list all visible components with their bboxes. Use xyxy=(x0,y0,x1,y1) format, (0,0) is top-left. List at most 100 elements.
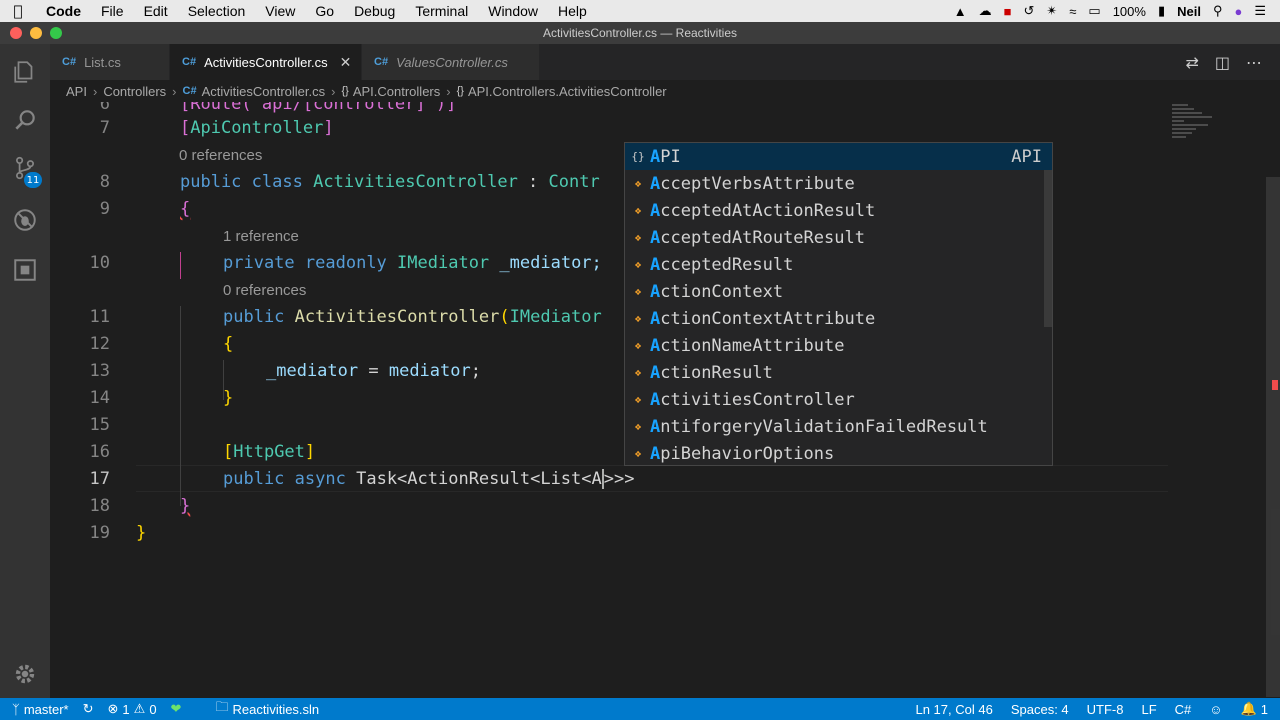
breadcrumb-file[interactable]: ActivitiesController.cs xyxy=(202,84,326,99)
tab-activitiescontroller-cs[interactable]: C# ActivitiesController.cs ✕ xyxy=(170,44,362,80)
tab-valuescontroller-cs[interactable]: C# ValuesController.cs xyxy=(362,44,540,80)
eol-status[interactable]: LF xyxy=(1142,702,1157,717)
spotlight-search-icon[interactable]: ⚲ xyxy=(1213,3,1223,19)
airplay-icon[interactable]: ▭ xyxy=(1088,3,1100,19)
user-name[interactable]: Neil xyxy=(1177,4,1201,19)
suggest-item[interactable]: ❖ ActionResult xyxy=(625,359,1052,386)
menu-terminal[interactable]: Terminal xyxy=(405,3,478,19)
feedback-button[interactable]: ☺ xyxy=(1209,702,1222,717)
intellisense-suggest-widget[interactable]: {} A PI API ❖ AcceptVerbsAttribute ❖ Accept… xyxy=(624,142,1053,466)
suggest-item[interactable]: ❖ AntiforgeryValidationFailedResult xyxy=(625,413,1052,440)
encoding-status[interactable]: UTF-8 xyxy=(1087,702,1124,717)
suggest-item[interactable]: {} A PI API xyxy=(625,143,1052,170)
menu-selection[interactable]: Selection xyxy=(178,3,256,19)
class-icon: ❖ xyxy=(634,393,642,406)
breadcrumb: API › Controllers › C# ActivitiesControl… xyxy=(50,80,1280,102)
breadcrumb-api[interactable]: API xyxy=(66,84,87,99)
class-icon: ❖ xyxy=(634,285,642,298)
chevron-right-icon: › xyxy=(446,83,451,99)
more-actions-icon[interactable]: ⋯ xyxy=(1246,53,1262,72)
screen-record-icon[interactable]: ■ xyxy=(1004,4,1012,19)
menubar-tray: ▲ ☁ ■ ↺ ✴ ≈ ▭ 100% ▮ Neil ⚲ ● ☰ xyxy=(954,3,1280,19)
cloud-icon[interactable]: ☁ xyxy=(979,3,992,19)
codelens-references[interactable]: 0 references xyxy=(223,277,306,304)
open-changes-icon[interactable]: ⇄ xyxy=(1185,53,1198,72)
editor-tabs: C# List.cs C# ActivitiesController.cs ✕ … xyxy=(50,44,1280,80)
warning-icon: ⚠ xyxy=(133,701,146,716)
time-machine-icon[interactable]: ↺ xyxy=(1023,3,1034,19)
close-tab-icon[interactable]: ✕ xyxy=(340,54,352,71)
status-bar: ᛉ master* ↻ ⊗ 1 ⚠ 0 ❤ 🗀 Reactivities.sln Ln … xyxy=(0,698,1280,720)
menu-file[interactable]: File xyxy=(91,3,134,19)
namespace-icon: {} xyxy=(631,150,645,163)
suggest-item[interactable]: ❖ ActionContext xyxy=(625,278,1052,305)
class-icon: ❖ xyxy=(634,420,642,433)
menu-debug[interactable]: Debug xyxy=(344,3,405,19)
search-icon xyxy=(15,110,35,130)
battery-icon[interactable]: ▮ xyxy=(1158,3,1165,19)
explorer-button[interactable] xyxy=(0,48,50,96)
tab-actions: ⇄ ◫ ⋯ xyxy=(1185,44,1280,80)
class-icon: ❖ xyxy=(634,231,642,244)
files-icon xyxy=(14,61,33,83)
solution-status[interactable]: 🗀 Reactivities.sln xyxy=(215,698,319,720)
breadcrumb-class[interactable]: API.Controllers.ActivitiesController xyxy=(468,84,667,99)
menu-go[interactable]: Go xyxy=(305,3,344,19)
problems-status[interactable]: ⊗ 1 ⚠ 0 xyxy=(108,701,157,717)
extensions-icon xyxy=(14,259,36,281)
source-control-button[interactable]: 11 xyxy=(0,144,50,192)
split-editor-icon[interactable]: ◫ xyxy=(1215,53,1230,72)
maximize-window-button[interactable] xyxy=(50,27,62,39)
error-scroll-marker xyxy=(1272,380,1278,390)
omnisharp-status[interactable]: ❤ xyxy=(171,701,182,717)
minimize-window-button[interactable] xyxy=(30,27,42,39)
extensions-button[interactable] xyxy=(0,246,50,294)
wifi-icon[interactable]: ≈ xyxy=(1069,4,1076,19)
class-icon: ❖ xyxy=(634,366,642,379)
suggest-item[interactable]: ❖ ActionContextAttribute xyxy=(625,305,1052,332)
codelens-references[interactable]: 1 reference xyxy=(223,223,299,250)
cursor-position[interactable]: Ln 17, Col 46 xyxy=(915,702,992,717)
suggest-detail: API xyxy=(1011,146,1042,167)
menu-view[interactable]: View xyxy=(255,3,305,19)
namespace-icon: {} xyxy=(341,85,349,97)
battery-percent: 100% xyxy=(1112,3,1146,19)
language-mode[interactable]: C# xyxy=(1175,702,1192,717)
typora-icon[interactable]: ▲ xyxy=(954,4,967,19)
notification-center-icon[interactable]: ☰ xyxy=(1254,3,1266,19)
siri-icon[interactable]: ● xyxy=(1234,4,1242,19)
branch-status[interactable]: ᛉ master* xyxy=(12,702,69,717)
search-button[interactable] xyxy=(0,96,50,144)
suggest-item[interactable]: ❖ ActionNameAttribute xyxy=(625,332,1052,359)
window-titlebar: ActivitiesController.cs — Reactivities xyxy=(0,22,1280,44)
menu-edit[interactable]: Edit xyxy=(134,3,178,19)
debug-icon xyxy=(14,209,36,231)
apple-icon[interactable]:  xyxy=(0,2,36,20)
indentation-status[interactable]: Spaces: 4 xyxy=(1011,702,1069,717)
suggest-item[interactable]: ❖ AcceptedAtRouteResult xyxy=(625,224,1052,251)
suggest-item[interactable]: ❖ AcceptVerbsAttribute xyxy=(625,170,1052,197)
close-window-button[interactable] xyxy=(10,27,22,39)
suggest-item[interactable]: ❖ AcceptedResult xyxy=(625,251,1052,278)
vertical-scrollbar[interactable] xyxy=(1266,177,1280,697)
notifications-button[interactable]: 🔔 1 xyxy=(1241,701,1268,717)
git-branch-icon: ᛉ xyxy=(12,701,20,717)
suggest-item[interactable]: ❖ AcceptedAtActionResult xyxy=(625,197,1052,224)
manage-button[interactable] xyxy=(0,650,50,698)
breadcrumb-namespace[interactable]: API.Controllers xyxy=(353,84,440,99)
breadcrumb-controllers[interactable]: Controllers xyxy=(103,84,166,99)
class-icon: ❖ xyxy=(634,312,642,325)
codelens-references[interactable]: 0 references xyxy=(179,142,262,169)
chevron-right-icon: › xyxy=(92,83,98,99)
debug-button[interactable] xyxy=(0,196,50,244)
menu-app-code[interactable]: Code xyxy=(36,3,91,19)
menu-window[interactable]: Window xyxy=(478,3,548,19)
suggest-item[interactable]: ❖ ActivitiesController xyxy=(625,386,1052,413)
suggest-item[interactable]: ❖ ApiBehaviorOptions xyxy=(625,440,1052,467)
minimap[interactable] xyxy=(1172,102,1232,162)
tab-label: ActivitiesController.cs xyxy=(204,54,328,70)
tab-list-cs[interactable]: C# List.cs xyxy=(50,44,170,80)
bluetooth-icon[interactable]: ✴ xyxy=(1046,3,1057,19)
sync-button[interactable]: ↻ xyxy=(83,701,94,717)
menu-help[interactable]: Help xyxy=(548,3,597,19)
